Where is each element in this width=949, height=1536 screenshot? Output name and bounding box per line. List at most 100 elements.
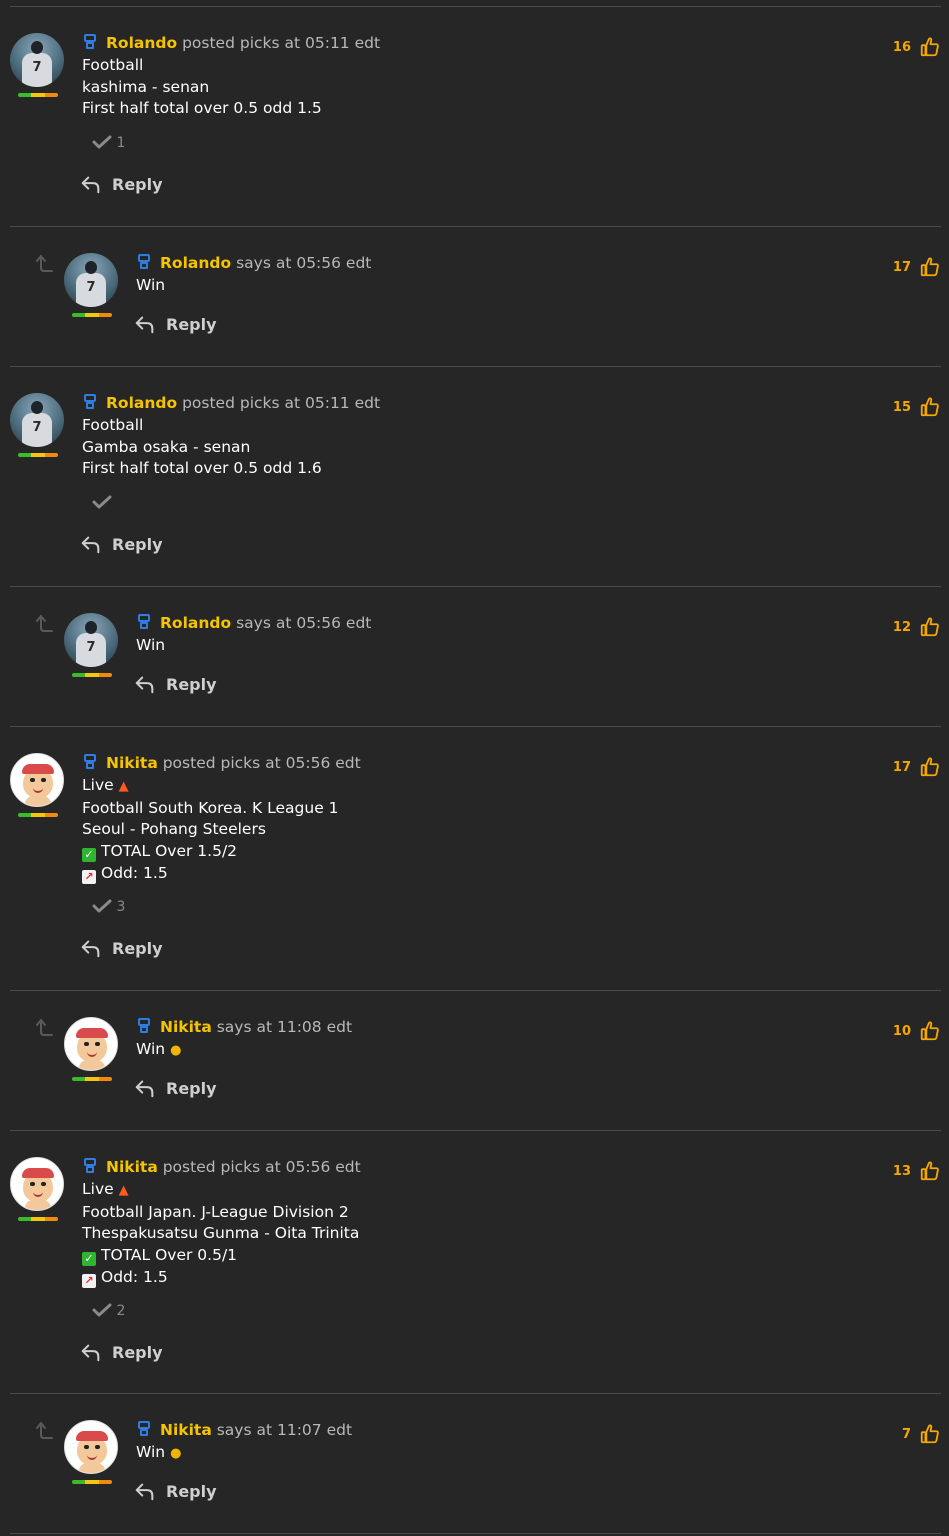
post-divider [10, 1533, 941, 1534]
reply-arrow-icon [80, 937, 102, 959]
thread-reply-icon [33, 613, 53, 633]
reply-label: Reply [166, 674, 217, 694]
reply-button[interactable]: Reply [134, 1480, 217, 1502]
post-meta: posted picks at 05:11 edt [182, 394, 381, 412]
like-count: 15 [892, 399, 911, 415]
thumbs-up-icon [919, 1423, 941, 1445]
like-button[interactable]: 10 [893, 1020, 941, 1042]
confirm-number: 1 [116, 135, 126, 151]
confirm-count[interactable]: 1 [92, 135, 125, 151]
like-button[interactable]: 15 [893, 396, 941, 418]
post-line: kashima - senan [82, 77, 210, 96]
avatar[interactable] [64, 1017, 120, 1081]
reply-button[interactable]: Reply [80, 173, 163, 195]
post-line: Win [136, 1442, 166, 1461]
reply-label: Reply [112, 174, 163, 194]
post-line: Win [136, 275, 166, 294]
reply-arrow-icon [80, 533, 102, 555]
rank-bar [72, 673, 112, 677]
reply-button[interactable]: Reply [80, 533, 163, 555]
like-button[interactable]: 12 [893, 616, 941, 638]
reply-button[interactable]: Reply [80, 937, 163, 959]
like-button[interactable]: 17 [893, 756, 941, 778]
post-meta: says at 05:56 edt [236, 254, 372, 272]
avatar[interactable] [10, 753, 66, 817]
chart-increasing-emoji: ↗ [82, 1273, 96, 1288]
check-mark-button-emoji: ✓ [82, 1252, 96, 1267]
confirm-number: 3 [116, 899, 126, 915]
username[interactable]: Nikita [106, 754, 158, 772]
reply-arrow-icon [134, 1480, 156, 1502]
post-line: Live [82, 1179, 114, 1198]
confirm-count[interactable] [92, 495, 112, 511]
avatar[interactable] [64, 1420, 120, 1484]
rank-bar [72, 1077, 112, 1081]
checkmark-icon [92, 495, 112, 509]
avatar[interactable] [10, 1157, 66, 1221]
post-line: Football [82, 55, 144, 74]
reply-arrow-icon [134, 673, 156, 695]
rank-bar [18, 453, 58, 457]
thumbs-up-icon [919, 1160, 941, 1182]
like-button[interactable]: 13 [893, 1160, 941, 1182]
reply-label: Reply [166, 1481, 217, 1501]
avatar[interactable]: 7 [10, 393, 66, 457]
like-count: 17 [892, 259, 911, 275]
confirm-count[interactable]: 3 [92, 899, 125, 915]
like-button[interactable]: 7 [902, 1423, 941, 1445]
reply-button[interactable]: Reply [134, 1077, 217, 1099]
post-line: Football South Korea. K League 1 [82, 798, 339, 817]
username[interactable]: Rolando [160, 254, 231, 272]
checkmark-icon [92, 899, 112, 913]
post-line: TOTAL Over 1.5/2 [101, 842, 238, 861]
fire-emoji: ▲ [118, 778, 129, 794]
avatar[interactable]: 7 [64, 613, 120, 677]
post-meta: says at 05:56 edt [236, 614, 372, 632]
username[interactable]: Rolando [160, 614, 231, 632]
user-badge-icon [82, 1158, 98, 1174]
check-mark-button-emoji: ✓ [82, 848, 96, 863]
user-badge-icon [136, 614, 152, 630]
fire-emoji: ▲ [118, 1182, 129, 1198]
reply-label: Reply [166, 1078, 217, 1098]
post-line: Win [136, 635, 166, 654]
reply-arrow-icon [80, 1341, 102, 1363]
post-line: Live [82, 775, 114, 794]
post: Nikita posted picks at 05:56 edt Live ▲ … [0, 1131, 949, 1394]
user-badge-icon [136, 254, 152, 270]
like-count: 13 [892, 1163, 911, 1179]
reply-button[interactable]: Reply [134, 673, 217, 695]
checkmark-icon [92, 1303, 112, 1317]
medal-emoji: ● [170, 1445, 182, 1461]
reply-button[interactable]: Reply [134, 313, 217, 335]
username[interactable]: Nikita [106, 1158, 158, 1176]
post: 7 Rolando posted picks at 05:11 edt Foot… [0, 7, 949, 227]
post-meta: posted picks at 05:56 edt [162, 1158, 361, 1176]
post-line: Football [82, 415, 144, 434]
thread-reply-icon [33, 1420, 53, 1440]
post-meta: says at 11:08 edt [216, 1018, 353, 1036]
username[interactable]: Nikita [160, 1018, 212, 1036]
username[interactable]: Nikita [160, 1421, 212, 1439]
like-count: 17 [892, 759, 911, 775]
thumbs-up-icon [919, 256, 941, 278]
rank-bar [18, 1217, 58, 1221]
avatar[interactable]: 7 [10, 33, 66, 97]
user-badge-icon [136, 1421, 152, 1437]
post-line: Odd: 1.5 [101, 1267, 168, 1286]
user-badge-icon [82, 34, 98, 50]
like-button[interactable]: 17 [893, 256, 941, 278]
username[interactable]: Rolando [106, 394, 177, 412]
confirm-count[interactable]: 2 [92, 1303, 125, 1319]
thumbs-up-icon [919, 1020, 941, 1042]
rank-bar [18, 93, 58, 97]
like-count: 7 [901, 1426, 911, 1442]
medal-emoji: ● [170, 1042, 182, 1058]
avatar[interactable]: 7 [64, 253, 120, 317]
post-meta: posted picks at 05:56 edt [162, 754, 361, 772]
reply-button[interactable]: Reply [80, 1341, 163, 1363]
like-button[interactable]: 16 [893, 36, 941, 58]
thumbs-up-icon [919, 616, 941, 638]
like-count: 12 [892, 619, 911, 635]
username[interactable]: Rolando [106, 34, 177, 52]
